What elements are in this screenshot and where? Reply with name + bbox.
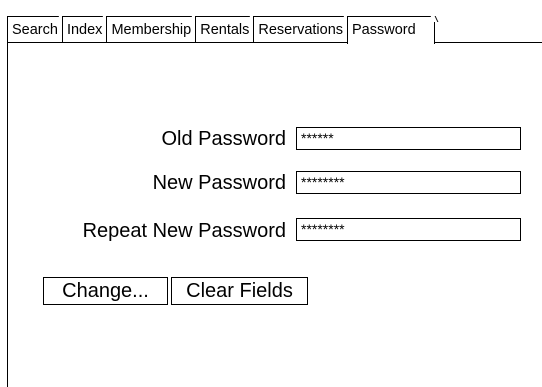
clear-fields-button[interactable]: Clear Fields: [171, 277, 308, 305]
password-panel: [7, 42, 542, 387]
new-password-field[interactable]: ********: [296, 171, 521, 194]
old-password-field[interactable]: ******: [296, 127, 521, 150]
tab-index[interactable]: Index: [61, 16, 108, 42]
old-password-label: Old Password: [161, 128, 287, 150]
tab-membership[interactable]: Membership: [106, 16, 197, 42]
new-password-label: New Password: [152, 172, 286, 194]
repeat-password-field[interactable]: ********: [296, 218, 521, 241]
repeat-password-label: Repeat New Password: [82, 220, 286, 242]
tab-password[interactable]: Password: [347, 16, 436, 44]
tab-rentals[interactable]: Rentals: [195, 16, 255, 42]
tab-reservations[interactable]: Reservations: [253, 16, 349, 42]
tab-strip: Search Index Membership Rentals Reservat…: [7, 16, 436, 44]
change-button[interactable]: Change...: [43, 277, 168, 305]
tab-search[interactable]: Search: [7, 16, 63, 42]
